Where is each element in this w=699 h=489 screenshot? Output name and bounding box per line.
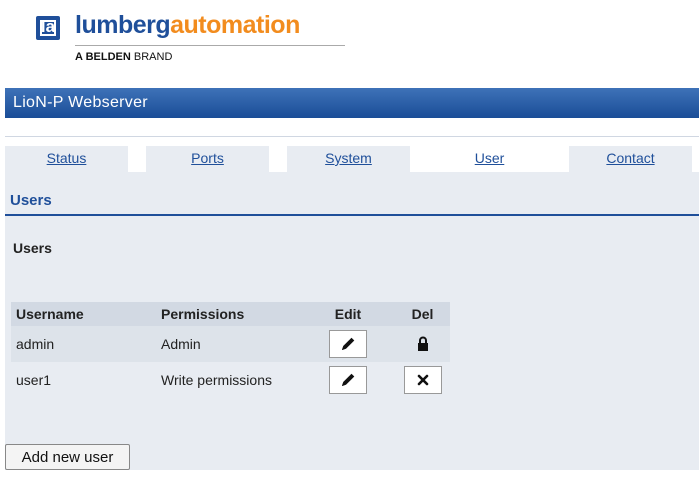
tab-system[interactable]: System xyxy=(287,146,410,172)
content-panel: Users Users Username Permissions Edit De… xyxy=(5,172,699,470)
brand-divider xyxy=(75,45,345,46)
brand-logo: la lumbergautomation A BELDEN BRAND xyxy=(18,7,348,63)
pencil-icon xyxy=(342,337,355,350)
permissions-cell: Write permissions xyxy=(156,362,301,398)
permissions-cell: Admin xyxy=(156,326,301,362)
edit-user-button[interactable] xyxy=(329,366,367,394)
tab-ports[interactable]: Ports xyxy=(146,146,269,172)
x-icon xyxy=(417,374,428,386)
table-row: admin Admin xyxy=(11,326,450,362)
section-subtitle: Users xyxy=(13,240,52,256)
column-header-permissions: Permissions xyxy=(156,302,301,326)
brand-mark-icon: la xyxy=(36,16,60,40)
column-header-del: Del xyxy=(395,302,450,326)
section-header: Users xyxy=(5,172,699,216)
users-table: Username Permissions Edit Del admin Admi… xyxy=(11,302,450,398)
edit-user-button[interactable] xyxy=(329,330,367,358)
edit-cell xyxy=(301,362,395,398)
del-cell xyxy=(395,362,450,398)
delete-user-button[interactable] xyxy=(403,366,442,394)
pencil-icon xyxy=(342,373,355,386)
tab-ports-link[interactable]: Ports xyxy=(191,150,224,166)
del-cell xyxy=(395,326,450,362)
username-cell: admin xyxy=(11,326,156,362)
tab-contact[interactable]: Contact xyxy=(569,146,692,172)
tab-user-link[interactable]: User xyxy=(475,150,505,166)
username-cell: user1 xyxy=(11,362,156,398)
edit-cell xyxy=(301,326,395,362)
lock-icon xyxy=(417,336,428,351)
column-header-edit: Edit xyxy=(301,302,395,326)
section-title: Users xyxy=(10,192,52,209)
column-header-username: Username xyxy=(11,302,156,326)
table-header-row: Username Permissions Edit Del xyxy=(11,302,450,326)
table-row: user1 Write permissions xyxy=(11,362,450,398)
add-new-user-button[interactable]: Add new user xyxy=(5,444,130,470)
app-title: LioN-P Webserver xyxy=(13,94,148,111)
tab-status[interactable]: Status xyxy=(5,146,128,172)
app-title-bar: LioN-P Webserver xyxy=(5,88,699,118)
divider xyxy=(5,136,699,137)
tab-contact-link[interactable]: Contact xyxy=(606,150,654,166)
tab-system-link[interactable]: System xyxy=(325,150,372,166)
tab-status-link[interactable]: Status xyxy=(47,150,87,166)
brand-tagline: A BELDEN BRAND xyxy=(75,51,173,63)
tab-user[interactable]: User xyxy=(428,146,551,172)
brand-name: lumbergautomation xyxy=(75,11,300,39)
tab-bar: Status Ports System User Contact xyxy=(5,146,699,172)
